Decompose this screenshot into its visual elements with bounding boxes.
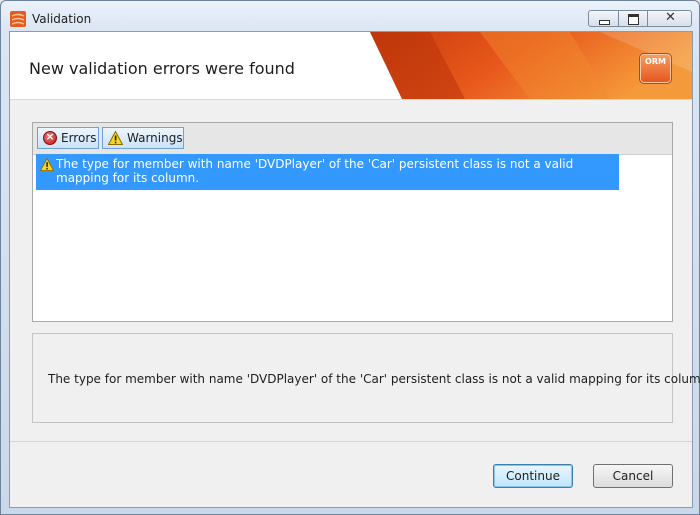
orm-logo: ORM bbox=[639, 53, 672, 84]
warning-icon bbox=[40, 158, 54, 171]
dialog-window: Validation ✕ New validation errors were … bbox=[0, 0, 700, 515]
continue-button[interactable]: Continue bbox=[493, 464, 573, 488]
error-icon: × bbox=[43, 130, 57, 145]
filter-toolbar: × Errors Warnings bbox=[33, 123, 672, 155]
message-text: The type for member with name 'DVDPlayer… bbox=[56, 157, 574, 185]
dialog-content: New validation errors were found ORM × E… bbox=[9, 31, 700, 508]
header-banner: New validation errors were found ORM bbox=[10, 32, 692, 100]
minimize-button[interactable] bbox=[588, 10, 618, 27]
divider bbox=[10, 441, 692, 442]
app-icon bbox=[10, 11, 26, 27]
title-bar[interactable]: Validation ✕ bbox=[1, 1, 700, 31]
cancel-button[interactable]: Cancel bbox=[593, 464, 673, 488]
caption-buttons: ✕ bbox=[588, 10, 692, 27]
warnings-filter-label: Warnings bbox=[127, 131, 183, 145]
errors-filter-label: Errors bbox=[61, 131, 97, 145]
window-title: Validation bbox=[32, 12, 92, 26]
errors-filter-button[interactable]: × Errors bbox=[37, 127, 99, 149]
warnings-filter-button[interactable]: Warnings bbox=[102, 127, 184, 149]
logo-text: ORM bbox=[645, 57, 666, 66]
message-details-panel: The type for member with name 'DVDPlayer… bbox=[32, 333, 700, 423]
warning-icon bbox=[108, 131, 123, 145]
close-icon: ✕ bbox=[665, 10, 676, 25]
validation-list-panel: × Errors Warnings The type for member wi… bbox=[32, 122, 673, 322]
page-title: New validation errors were found bbox=[29, 59, 295, 78]
close-button[interactable]: ✕ bbox=[647, 10, 692, 27]
list-item[interactable]: The type for member with name 'DVDPlayer… bbox=[36, 154, 619, 190]
maximize-icon bbox=[628, 14, 639, 25]
minimize-icon bbox=[599, 20, 610, 25]
maximize-button[interactable] bbox=[618, 10, 647, 27]
details-text: The type for member with name 'DVDPlayer… bbox=[48, 372, 700, 386]
